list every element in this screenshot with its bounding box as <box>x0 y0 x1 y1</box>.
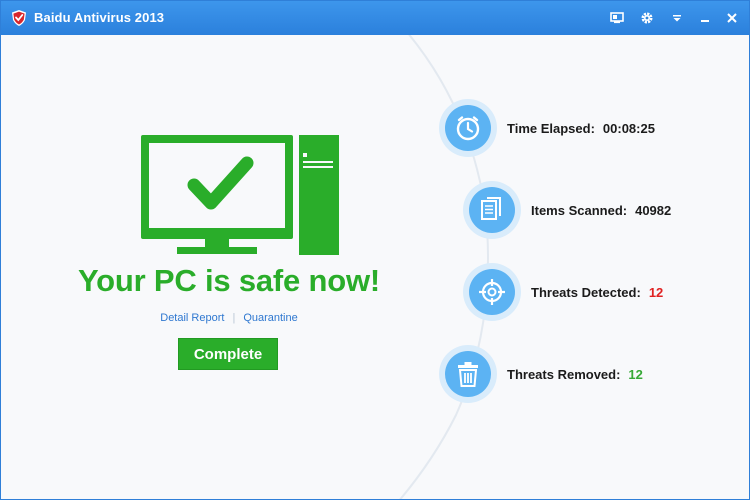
threats-detected-circle <box>463 263 521 321</box>
shield-logo-icon <box>10 9 28 27</box>
title-bar: Baidu Antivirus 2013 <box>1 1 749 35</box>
crosshair-icon <box>479 279 505 305</box>
dropdown-menu-icon[interactable] <box>667 8 687 28</box>
threats-detected-label: Threats Detected: <box>531 285 641 300</box>
threats-removed-label: Threats Removed: <box>507 367 621 382</box>
threats-detected-stat: Threats Detected: 12 <box>531 285 663 300</box>
clock-icon <box>456 116 480 141</box>
app-window: Baidu Antivirus 2013 Your PC is safe now… <box>0 0 750 500</box>
scan-result-panel: Your PC is safe now! Detail Report | Quara… <box>1 35 749 499</box>
detail-report-link[interactable]: Detail Report <box>160 312 224 324</box>
threats-detected-value: 12 <box>648 285 664 300</box>
quarantine-link[interactable]: Quarantine <box>243 312 297 324</box>
items-scanned-circle <box>463 181 521 239</box>
window-title: Baidu Antivirus 2013 <box>34 10 165 25</box>
complete-button[interactable]: Complete <box>178 338 278 370</box>
items-scanned-value: 40982 <box>635 203 672 218</box>
trash-icon <box>458 362 478 387</box>
link-separator: | <box>232 312 236 324</box>
threats-removed-circle <box>439 345 497 403</box>
threats-removed-stat: Threats Removed: 12 <box>507 367 643 382</box>
status-headline: Your PC is safe now! <box>77 263 381 298</box>
time-elapsed-circle <box>439 99 497 157</box>
result-links: Detail Report | Quarantine <box>61 312 397 324</box>
items-scanned-stat: Items Scanned: 40982 <box>531 203 671 218</box>
settings-icon[interactable] <box>637 8 657 28</box>
time-elapsed-value: 00:08:25 <box>602 121 655 136</box>
items-scanned-label: Items Scanned: <box>531 203 628 218</box>
close-icon[interactable] <box>722 8 742 28</box>
skin-icon[interactable] <box>607 8 627 28</box>
computer-check-icon <box>141 135 339 255</box>
time-elapsed-label: Time Elapsed: <box>507 121 595 136</box>
documents-icon <box>481 197 501 220</box>
time-elapsed-stat: Time Elapsed: 00:08:25 <box>507 121 655 136</box>
minimize-icon[interactable] <box>695 8 715 28</box>
threats-removed-value: 12 <box>628 367 643 382</box>
